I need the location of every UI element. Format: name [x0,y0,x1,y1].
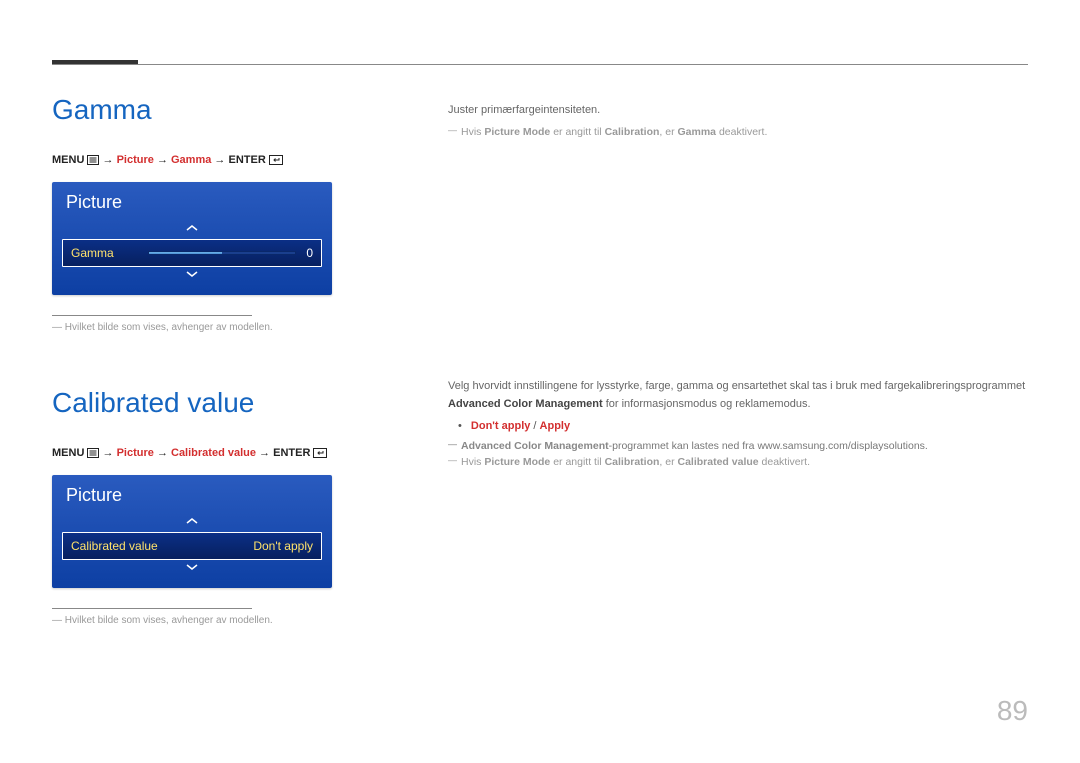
option-apply: Apply [540,420,571,432]
breadcrumb-enter: ENTER [228,154,265,166]
gamma-note-text: Hvis Picture Mode er angitt til Calibrat… [461,124,767,141]
dash-icon: ― [448,123,457,137]
dash-icon: ― [448,453,457,467]
calibrated-breadcrumb: MENU → Picture → Calibrated value → ENTE… [52,447,388,461]
chevron-down-icon[interactable] [52,267,332,285]
calibrated-osd-row[interactable]: Calibrated value Don't apply [62,532,322,560]
gamma-note: ― Hvis Picture Mode er angitt til Calibr… [448,124,1028,141]
breadcrumb-menu: MENU [52,154,84,166]
menu-icon [87,155,99,168]
gamma-osd-panel: Picture Gamma 0 [52,182,332,295]
enter-icon [313,448,327,461]
gamma-breadcrumb: MENU → Picture → Gamma → ENTER [52,154,388,168]
calibrated-options: • Don't apply / Apply [458,420,1028,432]
gamma-value: 0 [306,246,313,260]
calibrated-footnote: ― Hvilket bilde som vises, avhenger av m… [52,615,388,626]
calibrated-download-note: ― Advanced Color Management-programmet k… [448,438,1028,455]
breadcrumb-arrow: → [259,447,270,459]
chevron-up-icon[interactable] [52,514,332,532]
section-divider [52,315,252,316]
breadcrumb-calibrated-value: Calibrated value [171,447,256,459]
chevron-down-icon[interactable] [52,560,332,578]
breadcrumb-arrow: → [214,154,225,166]
option-dont-apply: Don't apply [471,420,530,432]
calibrated-value: Don't apply [253,539,313,553]
osd-title: Picture [52,182,332,221]
calibrated-heading: Calibrated value [52,387,388,419]
breadcrumb-arrow: → [103,447,114,459]
gamma-heading: Gamma [52,94,388,126]
gamma-description: Juster primærfargeintensiteten. ― Hvis P… [448,102,1028,140]
gamma-osd-row[interactable]: Gamma 0 [62,239,322,267]
calibrated-description: Velg hvorvidt innstillingene for lysstyr… [448,378,1028,471]
menu-icon [87,448,99,461]
dash-icon: ― [448,437,457,451]
gamma-footnote: ― Hvilket bilde som vises, avhenger av m… [52,322,388,333]
calibrated-note-text: Hvis Picture Mode er angitt til Calibrat… [461,454,810,471]
calibrated-deactivated-note: ― Hvis Picture Mode er angitt til Calibr… [448,454,1028,471]
two-column-layout: Gamma MENU → Picture → Gamma → ENTER Pic… [52,94,1028,626]
osd-row-label: Calibrated value [71,539,158,553]
breadcrumb-menu: MENU [52,447,84,459]
page-number: 89 [997,695,1028,727]
osd-row-label: Gamma [71,246,114,260]
section-divider [52,608,252,609]
breadcrumb-picture: Picture [117,447,154,459]
breadcrumb-enter: ENTER [273,447,310,459]
breadcrumb-arrow: → [103,154,114,166]
header-rule [52,64,1028,65]
osd-title: Picture [52,475,332,514]
gamma-slider-fill [149,252,222,254]
calibrated-para: Velg hvorvidt innstillingene for lysstyr… [448,378,1028,413]
page-content: Gamma MENU → Picture → Gamma → ENTER Pic… [0,0,1080,666]
breadcrumb-arrow: → [157,447,168,459]
download-note-text: Advanced Color Management-programmet kan… [461,438,928,455]
calibrated-osd-panel: Picture Calibrated value Don't apply [52,475,332,588]
breadcrumb-gamma: Gamma [171,154,211,166]
right-column: Juster primærfargeintensiteten. ― Hvis P… [448,94,1028,626]
breadcrumb-picture: Picture [117,154,154,166]
breadcrumb-arrow: → [157,154,168,166]
chevron-up-icon[interactable] [52,221,332,239]
bullet-icon: • [458,420,462,432]
left-column: Gamma MENU → Picture → Gamma → ENTER Pic… [52,94,388,626]
gamma-intro: Juster primærfargeintensiteten. [448,102,1028,120]
enter-icon [269,155,283,168]
calibrated-section: Calibrated value MENU → Picture → Calibr… [52,387,388,626]
gamma-slider[interactable] [148,251,297,255]
